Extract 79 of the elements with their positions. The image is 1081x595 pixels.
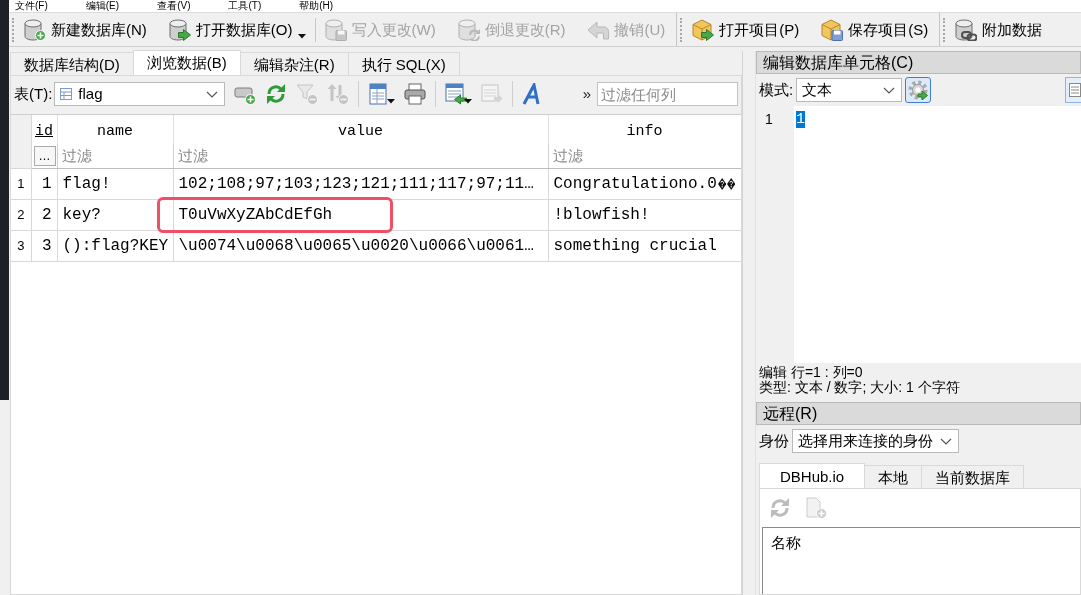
row-header[interactable]: 3 <box>11 230 31 261</box>
mode-select[interactable]: 文本 <box>796 78 903 102</box>
refresh-icon <box>264 83 287 105</box>
table-arrow-icon <box>480 83 503 105</box>
row-header[interactable]: 2 <box>11 199 31 230</box>
filter-clear-icon <box>295 83 318 105</box>
table-label: 表(T): <box>14 85 53 103</box>
insert-button[interactable] <box>443 81 473 107</box>
chevron-down-icon <box>205 90 218 98</box>
table-cell-text: key? <box>61 204 102 226</box>
refresh-icon <box>769 497 791 519</box>
database-add-icon <box>24 18 46 41</box>
toolbar-button[interactable]: 附加数据 <box>952 16 1046 43</box>
tab[interactable]: DBHub.io <box>759 463 866 488</box>
tab[interactable]: 本地 <box>864 465 923 488</box>
status-text: 类型: 文本 / 数字; 大小: 1 个字符 <box>759 380 961 395</box>
line-number: 1 <box>765 111 774 128</box>
sort-clear-icon <box>326 83 349 105</box>
panel-title: 远程(R) <box>756 402 1081 425</box>
database-link-icon <box>955 18 978 41</box>
print-button[interactable] <box>402 81 427 107</box>
table-cell-text: 2 <box>40 204 53 226</box>
toolbar-button[interactable]: 打开数据库(O) <box>165 16 309 43</box>
replacement-character-icon <box>717 175 727 192</box>
table-cell-text: !blowfish! <box>552 204 651 226</box>
database-save-icon <box>324 18 347 41</box>
mode-settings-button[interactable] <box>905 77 932 103</box>
tab[interactable]: 当前数据库 <box>921 465 1025 488</box>
package-save-icon <box>821 18 844 41</box>
tab[interactable]: 数据库结构(D) <box>10 52 134 75</box>
table-cell-text: ():flag?KEY <box>61 235 170 257</box>
row-header[interactable]: 1 <box>11 168 31 199</box>
identity-label: 身份 <box>759 432 789 450</box>
column-header[interactable]: id <box>31 115 57 144</box>
tab[interactable]: 执行 SQL(X) <box>347 52 460 75</box>
database-arrow-icon <box>168 18 191 41</box>
replacement-character-icon <box>727 175 736 192</box>
document-add-icon <box>805 497 827 519</box>
column-header[interactable]: 名称 <box>771 534 1072 552</box>
table-icon <box>60 88 73 100</box>
table-export-icon <box>367 83 390 105</box>
chevron-down-icon <box>883 86 896 94</box>
toolbar-button[interactable]: 打开项目(P) <box>689 16 803 43</box>
tab[interactable]: 浏览数据(B) <box>132 50 241 75</box>
table-cell-text: 3 <box>40 235 53 257</box>
menu-item[interactable]: 帮助(H) <box>299 0 334 12</box>
database-cycle-icon <box>457 18 480 41</box>
menu-item[interactable]: 工具(T) <box>228 0 262 12</box>
mode-label: 模式: <box>759 81 794 99</box>
document-icon <box>1069 83 1081 97</box>
filter-field[interactable]: 过滤任何列 <box>597 82 738 106</box>
editor-text: 1 <box>796 111 805 128</box>
table-insert-icon <box>444 83 467 105</box>
table-cell-text: \u0074\u0068\u0065\u0020\u0066\u0061… <box>177 235 535 257</box>
table-cell-text: Congratulationo.0 <box>553 173 717 195</box>
table-cell-text: something crucial <box>552 235 718 257</box>
export-button[interactable] <box>366 81 396 107</box>
table-cell-text: flag! <box>61 173 112 195</box>
identity-select[interactable]: 选择用来连接的身份 <box>792 429 959 453</box>
toolbar-button[interactable]: 新建数据库(N) <box>21 16 150 43</box>
print-icon <box>403 83 426 105</box>
menu-item[interactable]: 查看(V) <box>157 0 191 12</box>
table-select[interactable]: flag <box>54 82 225 106</box>
panel-title: 编辑数据库单元格(C) <box>756 51 1081 74</box>
package-arrow-icon <box>692 18 715 41</box>
menu-item[interactable]: 文件(F) <box>15 0 48 12</box>
cell-editor-field[interactable]: 1 <box>794 106 1081 363</box>
chevron-down-icon <box>940 437 952 445</box>
table-cell-text: 1 <box>40 173 53 195</box>
table-cell-text: T0uVwXyZAbCdEfGh <box>177 204 334 226</box>
filter-options-button[interactable]: … <box>33 145 56 166</box>
toolbar-button[interactable]: 保存项目(S) <box>818 16 932 43</box>
editor-option-button[interactable] <box>1065 77 1081 103</box>
more-tools-button[interactable]: » <box>578 85 595 103</box>
gear-icon <box>908 80 929 100</box>
tab[interactable]: 编辑杂注(R) <box>239 52 349 75</box>
table-cell-text: 102;108;97;103;123;121;111;117;97;11… <box>177 173 535 195</box>
status-text: 编辑 行=1 : 列=0 <box>759 365 864 380</box>
menu-item[interactable]: 编辑(E) <box>85 0 120 12</box>
